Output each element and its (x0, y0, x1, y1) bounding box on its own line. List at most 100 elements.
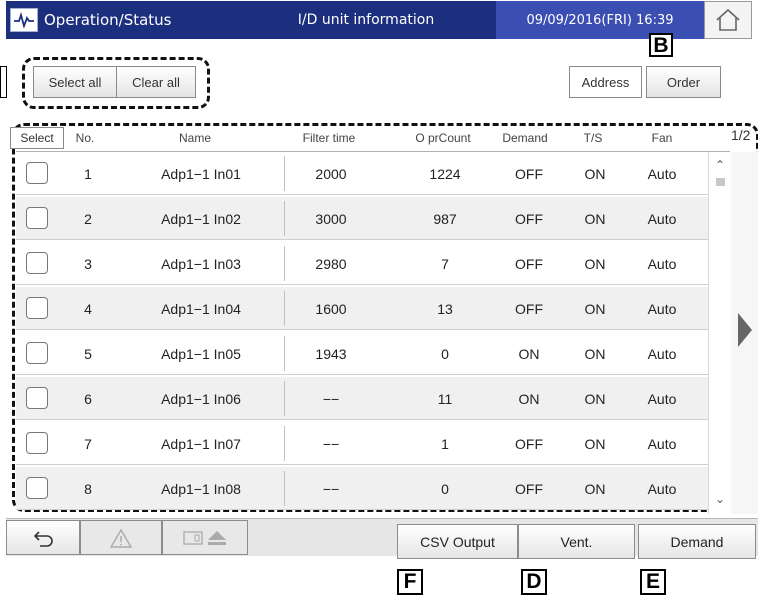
screen: Operation/Status I/D unit information 0 9… (0, 0, 758, 559)
row-divider (16, 374, 708, 375)
row-divider (16, 284, 708, 285)
column-demand: Demand (502, 131, 548, 145)
memory-card-eject-icon (183, 530, 226, 545)
row-checkbox[interactable] (26, 477, 48, 499)
cell-fan: Auto (647, 165, 677, 182)
demand-button[interactable]: Demand (638, 524, 756, 559)
cell-count: 0 (441, 480, 449, 497)
cell-name: Adp1−1 In08 (161, 480, 241, 497)
cell-filter: −− (322, 480, 340, 497)
scroll-thumb[interactable] (716, 178, 725, 186)
home-icon (716, 8, 740, 31)
cell-no: 1 (84, 165, 92, 182)
cell-filter: −− (322, 435, 340, 452)
error-button[interactable] (80, 520, 162, 555)
cell-fan: Auto (647, 390, 677, 407)
row-checkbox[interactable] (26, 387, 48, 409)
cell-count: 0 (441, 345, 449, 362)
cell-filter: 3000 (315, 210, 347, 227)
row-divider (16, 464, 708, 465)
order-button[interactable]: Order (646, 66, 721, 98)
cell-demand: OFF (515, 210, 543, 227)
page-title: Operation/Status (44, 11, 172, 29)
column-filter-time: Filter time (302, 131, 356, 145)
select-all-button[interactable]: Select all (33, 66, 117, 98)
cell-ts: ON (584, 255, 606, 272)
pulse-icon (10, 8, 38, 32)
screen-name: I/D unit information (236, 1, 496, 39)
cell-ts: ON (584, 435, 606, 452)
next-page-button[interactable] (731, 152, 758, 514)
clear-all-button[interactable]: Clear all (116, 66, 196, 98)
cell-ts: ON (584, 165, 606, 182)
cell-demand: OFF (515, 300, 543, 317)
marker-d: D (521, 569, 547, 595)
table-row[interactable]: 2 Adp1−1 In02 3000 987 OFF ON Auto (16, 197, 708, 240)
scroll-down-icon[interactable]: ⌄ (715, 492, 725, 506)
row-checkbox[interactable] (26, 162, 48, 184)
cell-demand: ON (518, 390, 540, 407)
column-opr-count: O prCount (415, 131, 471, 145)
header-bar: Operation/Status I/D unit information 09… (6, 1, 758, 39)
cell-name: Adp1−1 In05 (161, 345, 241, 362)
back-button[interactable] (6, 520, 80, 555)
row-checkbox[interactable] (26, 432, 48, 454)
cell-name: Adp1−1 In01 (161, 165, 241, 182)
cell-name: Adp1−1 In02 (161, 210, 241, 227)
cell-ts: ON (584, 345, 606, 362)
title-area: Operation/Status (6, 1, 236, 39)
cell-count: 1 (441, 435, 449, 452)
table-row[interactable]: 8 Adp1−1 In08 −− 0 OFF ON Auto (16, 467, 708, 510)
column-name: Name (178, 131, 211, 145)
select-column-button[interactable]: Select (10, 127, 64, 149)
table-row[interactable]: 7 Adp1−1 In07 −− 1 OFF ON Auto (16, 422, 708, 465)
cell-no: 7 (84, 435, 92, 452)
table-row[interactable]: 6 Adp1−1 In06 −− 11 ON ON Auto (16, 377, 708, 420)
media-eject-button[interactable] (162, 520, 248, 555)
address-button[interactable]: Address (569, 66, 642, 98)
cell-ts: ON (584, 390, 606, 407)
cell-name: Adp1−1 In06 (161, 390, 241, 407)
row-checkbox[interactable] (26, 297, 48, 319)
cell-fan: Auto (647, 300, 677, 317)
cell-name: Adp1−1 In03 (161, 255, 241, 272)
cell-name: Adp1−1 In07 (161, 435, 241, 452)
column-ts: T/S (583, 131, 603, 145)
cell-no: 4 (84, 300, 92, 317)
cell-fan: Auto (647, 345, 677, 362)
cell-ts: ON (584, 480, 606, 497)
cell-demand: OFF (515, 165, 543, 182)
cell-fan: Auto (647, 480, 677, 497)
cell-fan: Auto (647, 435, 677, 452)
cell-demand: OFF (515, 480, 543, 497)
row-divider (16, 239, 708, 240)
vent-button[interactable]: Vent. (518, 524, 635, 559)
cell-count: 11 (437, 390, 453, 407)
csv-output-button[interactable]: CSV Output (397, 524, 518, 559)
row-checkbox[interactable] (26, 207, 48, 229)
scrollbar[interactable]: ⌃ ⌄ (708, 152, 731, 514)
row-checkbox[interactable] (26, 342, 48, 364)
table-row[interactable]: 4 Adp1−1 In04 1600 13 OFF ON Auto (16, 287, 708, 330)
cell-count: 987 (433, 210, 457, 227)
cell-demand: OFF (515, 255, 543, 272)
cell-no: 2 (84, 210, 92, 227)
scroll-up-icon[interactable]: ⌃ (715, 158, 725, 172)
edge-marker (0, 66, 7, 98)
cell-filter: 1943 (315, 345, 347, 362)
marker-e: E (640, 569, 666, 595)
warning-icon (110, 528, 132, 548)
cell-ts: ON (584, 300, 606, 317)
cell-count: 7 (441, 255, 449, 272)
table-row[interactable]: 5 Adp1−1 In05 1943 0 ON ON Auto (16, 332, 708, 375)
row-checkbox[interactable] (26, 252, 48, 274)
cell-demand: OFF (515, 435, 543, 452)
arrow-right-icon (738, 313, 752, 347)
table-row[interactable]: 1 Adp1−1 In01 2000 1224 OFF ON Auto (16, 152, 708, 195)
marker-f: F (397, 569, 423, 595)
column-fan: Fan (651, 131, 673, 145)
table-row[interactable]: 3 Adp1−1 In03 2980 7 OFF ON Auto (16, 242, 708, 285)
cell-ts: ON (584, 210, 606, 227)
cell-filter: −− (322, 390, 340, 407)
home-button[interactable] (704, 1, 752, 39)
